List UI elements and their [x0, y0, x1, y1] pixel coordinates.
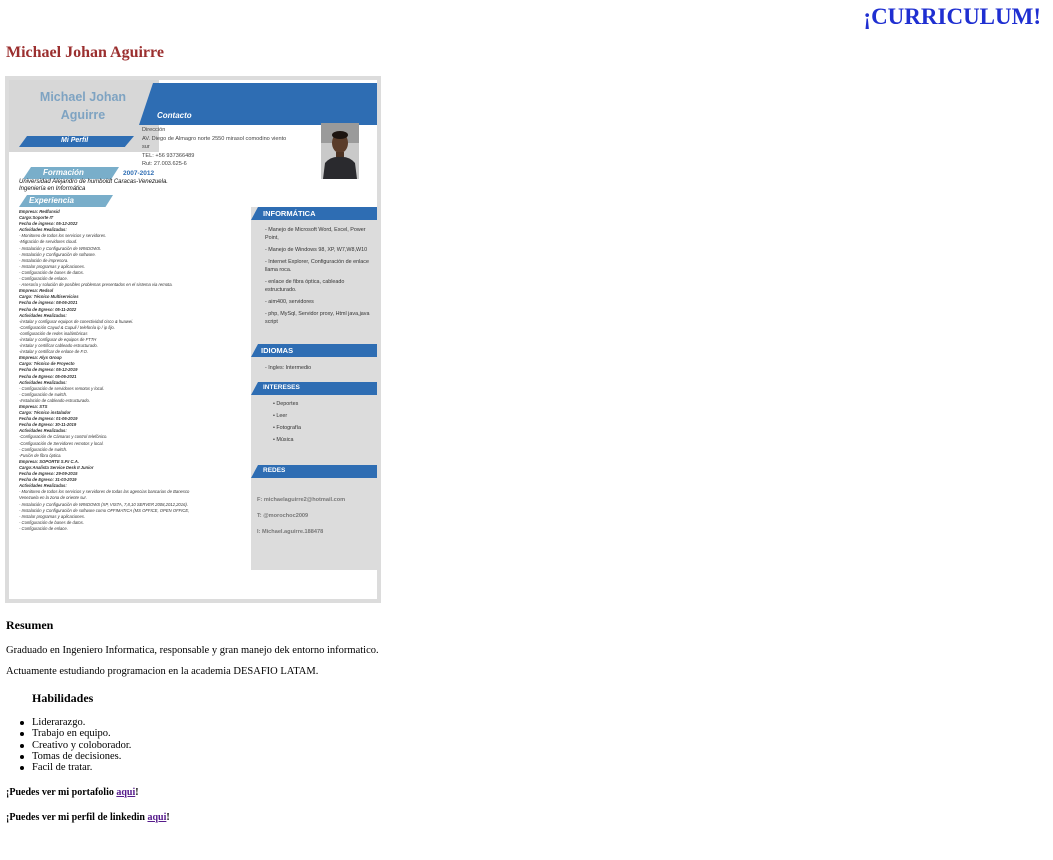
cv-contact-line: Rut: 27.003.625-6 — [142, 161, 187, 167]
cv-informatica-item: - enlace de fibra óptica, cableado estru… — [265, 279, 345, 293]
habilidad-item: Creativo y coloborador. — [19, 739, 132, 751]
cv-contact-info: Dirección AV. Diego de Almagro norte 255… — [142, 126, 320, 169]
cv-idiomas-list: - Ingles: Intermedio — [265, 364, 373, 376]
linkedin-line: ¡Puedes ver mi perfil de linkedin aqui! — [6, 812, 170, 823]
cv-formacion-text: Universidad Alejandro de humboldt Caraca… — [19, 179, 168, 192]
cv-redes-item: F: michaelaguirre2@hotmail.com — [257, 497, 346, 503]
profile-photo — [321, 123, 359, 179]
cv-experiencia-text: Empresa: Redfunsid Cargo:Soporte IT Fecha … — [19, 209, 251, 532]
cv-name-line2: Aguirre — [60, 108, 106, 122]
cv-intereses-item: • Leer — [273, 413, 288, 419]
cv-experiencia-label: Experiencia — [29, 196, 74, 205]
cv-idiomas-item: - Ingles: Intermedio — [265, 365, 312, 371]
cv-redes-list: F: michaelaguirre2@hotmail.com T: @moroc… — [257, 496, 373, 544]
cv-redes-item: I: Michael.aguirre.188478 — [257, 529, 324, 535]
cv-informatica-item: - Manejo de Windows 98, XP, W7,W8,W10 — [265, 247, 368, 253]
cv-contact-line: Dirección — [142, 127, 166, 133]
cv-intereses-list: • Deportes • Leer • Fotografía • Música — [273, 400, 377, 448]
cv-contact-label: Contacto — [157, 111, 192, 120]
linkedin-suffix: ! — [166, 812, 170, 823]
linkedin-link[interactable]: aqui — [147, 812, 166, 823]
habilidad-item: Liderarazgo. — [19, 717, 131, 728]
cv-redes-label: REDES — [263, 467, 286, 474]
habilidades-heading: Habilidades — [32, 691, 94, 705]
resumen-paragraph: Actuamente estudiando programacion en la… — [6, 666, 319, 677]
cv-formacion-label: Formación — [43, 168, 84, 177]
portfolio-text: ¡Puedes ver mi portafolio — [6, 787, 117, 798]
page-title: ¡CURRICULUM! — [863, 4, 1041, 29]
cv-informatica-list: - Manejo de Microsoft Word, Excel, Power… — [265, 226, 373, 330]
cv-informatica-item: - Manejo de Microsoft Word, Excel, Power… — [265, 227, 366, 241]
habilidad-item: Trabajo en equipo. — [19, 728, 131, 739]
cv-redes-item: T: @morochoc2009 — [257, 513, 309, 519]
cv-contact-line: AV. Diego de Almagro norte 2550 mirasol … — [142, 135, 287, 142]
habilidad-item: Tomas de decisiones. — [19, 751, 131, 762]
cv-contact-line: sur — [142, 144, 150, 150]
cv-informatica-item: - php, MySql, Servidor proxy, Html java,… — [265, 311, 370, 325]
cv-informatica-item: - Internet Explorer, Configuración de en… — [265, 259, 369, 273]
cv-intereses-item: • Fotografía — [273, 425, 301, 431]
cv-document: Michael Johan Aguirre Contacto Mi Perfil… — [9, 80, 377, 599]
cv-perfil-label: Mi Perfil — [61, 137, 89, 144]
cv-image: Michael Johan Aguirre Contacto Mi Perfil… — [5, 76, 381, 603]
cv-informatica-label: INFORMÁTICA — [263, 209, 316, 218]
linkedin-text: ¡Puedes ver mi perfil de linkedin — [6, 812, 148, 823]
cv-intereses-label: INTERESES — [263, 384, 300, 391]
cv-formacion-line: Ingeniería en Informática — [19, 185, 86, 192]
person-photo-icon — [321, 123, 359, 179]
cv-idiomas-label: IDIOMAS — [261, 346, 294, 355]
profile-name-heading: Michael Johan Aguirre — [6, 44, 164, 61]
cv-experiencia-line: - Configuración de enlace. — [19, 525, 68, 531]
cv-informatica-item: - aim400, servidores — [265, 299, 314, 305]
cv-name-line1: Michael Johan — [39, 90, 127, 104]
cv-intereses-item: • Música — [273, 437, 294, 443]
cv-formacion-line: Universidad Alejandro de humboldt Caraca… — [19, 179, 168, 185]
resumen-paragraph: Graduado en Ingeniero Informatica, respo… — [6, 645, 379, 656]
cv-intereses-item: • Deportes — [273, 401, 299, 407]
portfolio-link[interactable]: aqui — [116, 787, 135, 798]
portfolio-suffix: ! — [135, 787, 139, 798]
habilidades-list: Liderarazgo. Trabajo en equipo. Creativo… — [19, 717, 132, 773]
cv-formacion-years: 2007-2012 — [123, 170, 155, 177]
resumen-heading: Resumen — [6, 618, 54, 632]
portfolio-line: ¡Puedes ver mi portafolio aqui! — [6, 787, 139, 798]
cv-name: Michael Johan Aguirre — [23, 88, 143, 124]
cv-contact-line: TEL: +56 937366489 — [142, 152, 195, 159]
habilidad-item: Facil de tratar. — [19, 762, 131, 773]
